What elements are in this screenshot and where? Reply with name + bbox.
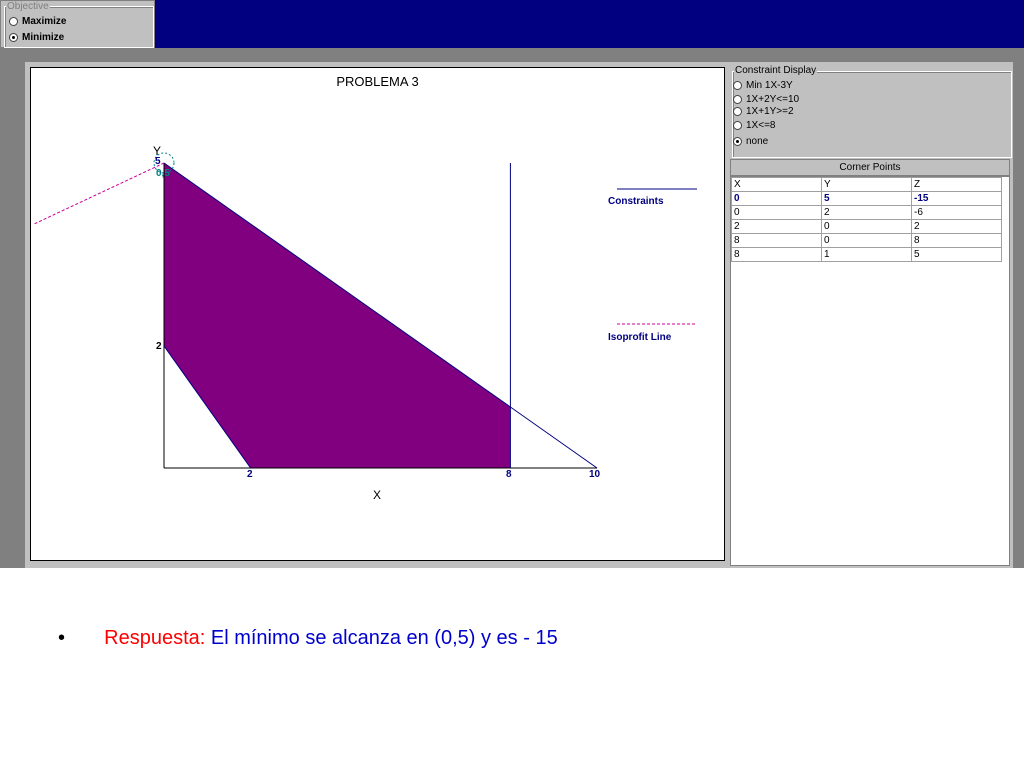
table-row[interactable]: 8 0 8	[731, 233, 1002, 248]
constraint-display-title: Constraint Display	[734, 65, 818, 76]
cell-y[interactable]: 5	[821, 191, 912, 206]
table-row[interactable]: 8 1 5	[731, 247, 1002, 262]
header-y: Y	[821, 177, 912, 192]
point-label: 0,5	[156, 168, 170, 179]
y-tick-5: 5	[155, 156, 161, 167]
x-tick-10: 10	[589, 469, 601, 480]
legend-isoprofit-label: Isoprofit Line	[608, 332, 672, 343]
constraint-radio-3[interactable]: 1X<=8	[733, 118, 775, 132]
maximize-label: Maximize	[22, 15, 67, 27]
cell-z[interactable]: 2	[911, 219, 1002, 234]
cell-x[interactable]: 0	[731, 205, 822, 220]
corner-points-table: X Y Z 0 5 -15 0 2 -6 2 0 2 8 0 8 8 1 5	[731, 177, 1002, 262]
cell-z[interactable]: 5	[911, 247, 1002, 262]
table-header-row: X Y Z	[731, 177, 1002, 192]
radio-selected-icon	[733, 136, 742, 146]
table-row[interactable]: 0 5 -15	[731, 191, 1002, 206]
cell-z[interactable]: 8	[911, 233, 1002, 248]
cell-x[interactable]: 2	[731, 219, 822, 234]
constraint-option-label: Min 1X-3Y	[746, 79, 793, 91]
cell-y[interactable]: 2	[821, 205, 912, 220]
corner-points-grid: X Y Z 0 5 -15 0 2 -6 2 0 2 8 0 8 8 1 5	[730, 176, 1010, 566]
constraint-option-label: 1X+1Y>=2	[746, 105, 794, 117]
radio-unselected-icon	[733, 94, 742, 104]
legend-constraints-label: Constraints	[608, 196, 664, 207]
feasible-region	[164, 163, 511, 468]
cell-z[interactable]: -15	[911, 191, 1002, 206]
radio-unselected-icon	[733, 120, 742, 130]
constraint-option-label: none	[746, 135, 769, 147]
x-axis-label: X	[373, 488, 382, 502]
minimize-label: Minimize	[22, 31, 65, 43]
cell-y[interactable]: 1	[821, 247, 912, 262]
constraint-radio-2[interactable]: 1X+1Y>=2	[733, 104, 794, 118]
cell-x[interactable]: 8	[731, 247, 822, 262]
radio-unselected-icon	[733, 80, 742, 90]
corner-points-title: Corner Points	[730, 159, 1010, 176]
table-row[interactable]: 0 2 -6	[731, 205, 1002, 220]
constraint-radio-none[interactable]: none	[733, 134, 768, 148]
x-tick-8: 8	[506, 469, 512, 480]
answer-label: Respuesta:	[104, 627, 206, 649]
answer-text: El mínimo se alcanza en (0,5) y es - 15	[205, 627, 558, 649]
constraint-option-label: 1X<=8	[746, 119, 776, 131]
radio-selected-icon	[9, 32, 18, 42]
maximize-radio[interactable]: Maximize	[9, 14, 66, 28]
cell-y[interactable]: 0	[821, 219, 912, 234]
radio-unselected-icon	[9, 16, 18, 26]
radio-unselected-icon	[733, 106, 742, 116]
objective-group: Objective Maximize Minimize	[0, 0, 155, 48]
cell-x[interactable]: 8	[731, 233, 822, 248]
x-tick-2: 2	[247, 469, 253, 480]
cell-x[interactable]: 0	[731, 191, 822, 206]
y-tick-2: 2	[156, 341, 162, 352]
isoprofit-line	[33, 162, 165, 225]
cell-z[interactable]: -6	[911, 205, 1002, 220]
bullet-icon: •	[58, 627, 66, 649]
header-x: X	[731, 177, 822, 192]
header-z: Z	[911, 177, 1002, 192]
constraint-option-label: 1X+2Y<=10	[746, 93, 800, 105]
constraint-radio-objective[interactable]: Min 1X-3Y	[733, 78, 793, 92]
table-row[interactable]: 2 0 2	[731, 219, 1002, 234]
minimize-radio[interactable]: Minimize	[9, 30, 64, 44]
cell-y[interactable]: 0	[821, 233, 912, 248]
objective-title: Objective	[6, 1, 50, 12]
graph-panel: PROBLEMA 3 Y X 5 0,5 2 2 8 10 Constraint…	[30, 67, 725, 561]
answer-note: • Respuesta: El mínimo se alcanza en (0,…	[58, 624, 558, 652]
